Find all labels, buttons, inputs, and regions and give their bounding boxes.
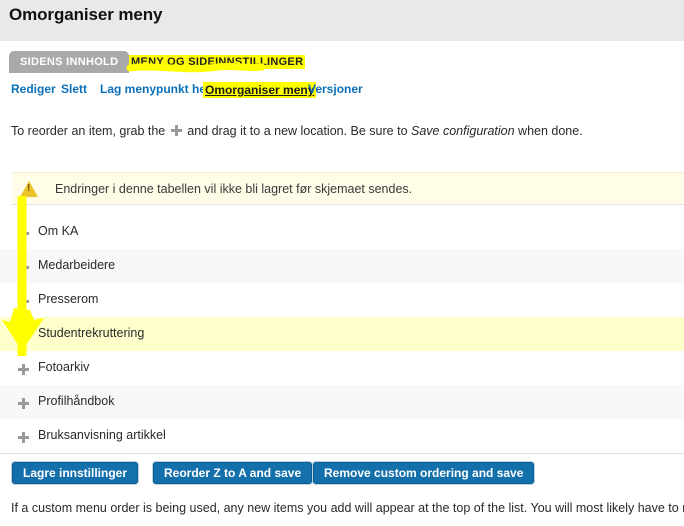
form-actions: Lagre innstillinger Reorder Z to A and s… bbox=[0, 453, 684, 490]
drag-handle-icon bbox=[165, 125, 187, 139]
menu-reorder-table: Om KA Medarbeidere Presserom Studentrekr… bbox=[0, 215, 684, 453]
menu-item-label: Profilhåndbok bbox=[38, 394, 115, 408]
table-row[interactable]: Profilhåndbok bbox=[0, 385, 684, 419]
menu-item-label: Fotoarkiv bbox=[38, 360, 90, 374]
table-row[interactable]: Presserom bbox=[0, 283, 684, 317]
tab-meny-og-sideinnstillinger[interactable]: MENY OG SIDEINNSTILLINGER bbox=[118, 51, 316, 73]
reorder-instructions: To reorder an item, grab the and drag it … bbox=[11, 124, 671, 139]
footer-note: If a custom menu order is being used, an… bbox=[11, 501, 684, 515]
instructions-emphasis: Save configuration bbox=[411, 124, 515, 138]
link-versjoner[interactable]: Versjoner bbox=[308, 82, 363, 96]
table-row[interactable]: Medarbeidere bbox=[0, 249, 684, 283]
tab-sidens-innhold[interactable]: SIDENS INNHOLD bbox=[9, 51, 130, 73]
link-lag-menypunkt-her[interactable]: Lag menypunkt her bbox=[100, 82, 211, 96]
menu-item-label: Presserom bbox=[38, 292, 99, 306]
menu-item-label: Bruksanvisning artikkel bbox=[38, 428, 166, 442]
drag-handle-icon[interactable] bbox=[18, 362, 29, 380]
instructions-part-3: when done. bbox=[518, 124, 583, 138]
remove-custom-ordering-button[interactable]: Remove custom ordering and save bbox=[313, 462, 535, 484]
table-row[interactable]: Om KA bbox=[0, 215, 684, 249]
tab-meny-og-sideinnstillinger-label: MENY OG SIDEINNSTILLINGER bbox=[129, 55, 306, 69]
table-row[interactable]: Fotoarkiv bbox=[0, 351, 684, 385]
drag-handle-icon[interactable] bbox=[18, 396, 29, 414]
instructions-part-2: and drag it to a new location. Be sure t… bbox=[187, 124, 408, 138]
page-title: Omorganiser meny bbox=[9, 5, 163, 24]
link-omorganiser-meny[interactable]: Omorganiser meny bbox=[203, 82, 317, 98]
drag-handle-icon[interactable] bbox=[18, 226, 29, 244]
link-rediger[interactable]: Rediger bbox=[11, 82, 56, 96]
table-row[interactable]: Bruksanvisning artikkel bbox=[0, 419, 684, 453]
drag-handle-icon[interactable] bbox=[18, 294, 29, 312]
action-link-bar: Rediger Slett Lag menypunkt her Omorgani… bbox=[0, 82, 684, 108]
warning-message-text: Endringer i denne tabellen vil ikke bli … bbox=[55, 182, 413, 196]
drag-handle-icon[interactable] bbox=[18, 430, 29, 448]
reorder-z-to-a-button[interactable]: Reorder Z to A and save bbox=[153, 462, 313, 484]
drag-handle-icon[interactable] bbox=[18, 328, 29, 346]
link-slett[interactable]: Slett bbox=[61, 82, 87, 96]
unsaved-changes-warning: Endringer i denne tabellen vil ikke bli … bbox=[12, 172, 684, 205]
menu-item-label: Medarbeidere bbox=[38, 258, 116, 272]
drag-handle-icon[interactable] bbox=[18, 260, 29, 278]
instructions-part-1: To reorder an item, grab the bbox=[11, 124, 166, 138]
menu-item-label: Studentrekruttering bbox=[38, 326, 145, 340]
table-row[interactable]: Studentrekruttering bbox=[0, 317, 684, 351]
menu-item-label: Om KA bbox=[38, 224, 79, 238]
save-settings-button[interactable]: Lagre innstillinger bbox=[12, 462, 139, 484]
warning-triangle-icon bbox=[20, 181, 38, 197]
primary-tab-bar: SIDENS INNHOLD MENY OG SIDEINNSTILLINGER bbox=[0, 41, 684, 74]
tab-sidens-innhold-label: SIDENS INNHOLD bbox=[20, 56, 119, 68]
page-header-bar: Omorganiser meny bbox=[0, 0, 684, 41]
